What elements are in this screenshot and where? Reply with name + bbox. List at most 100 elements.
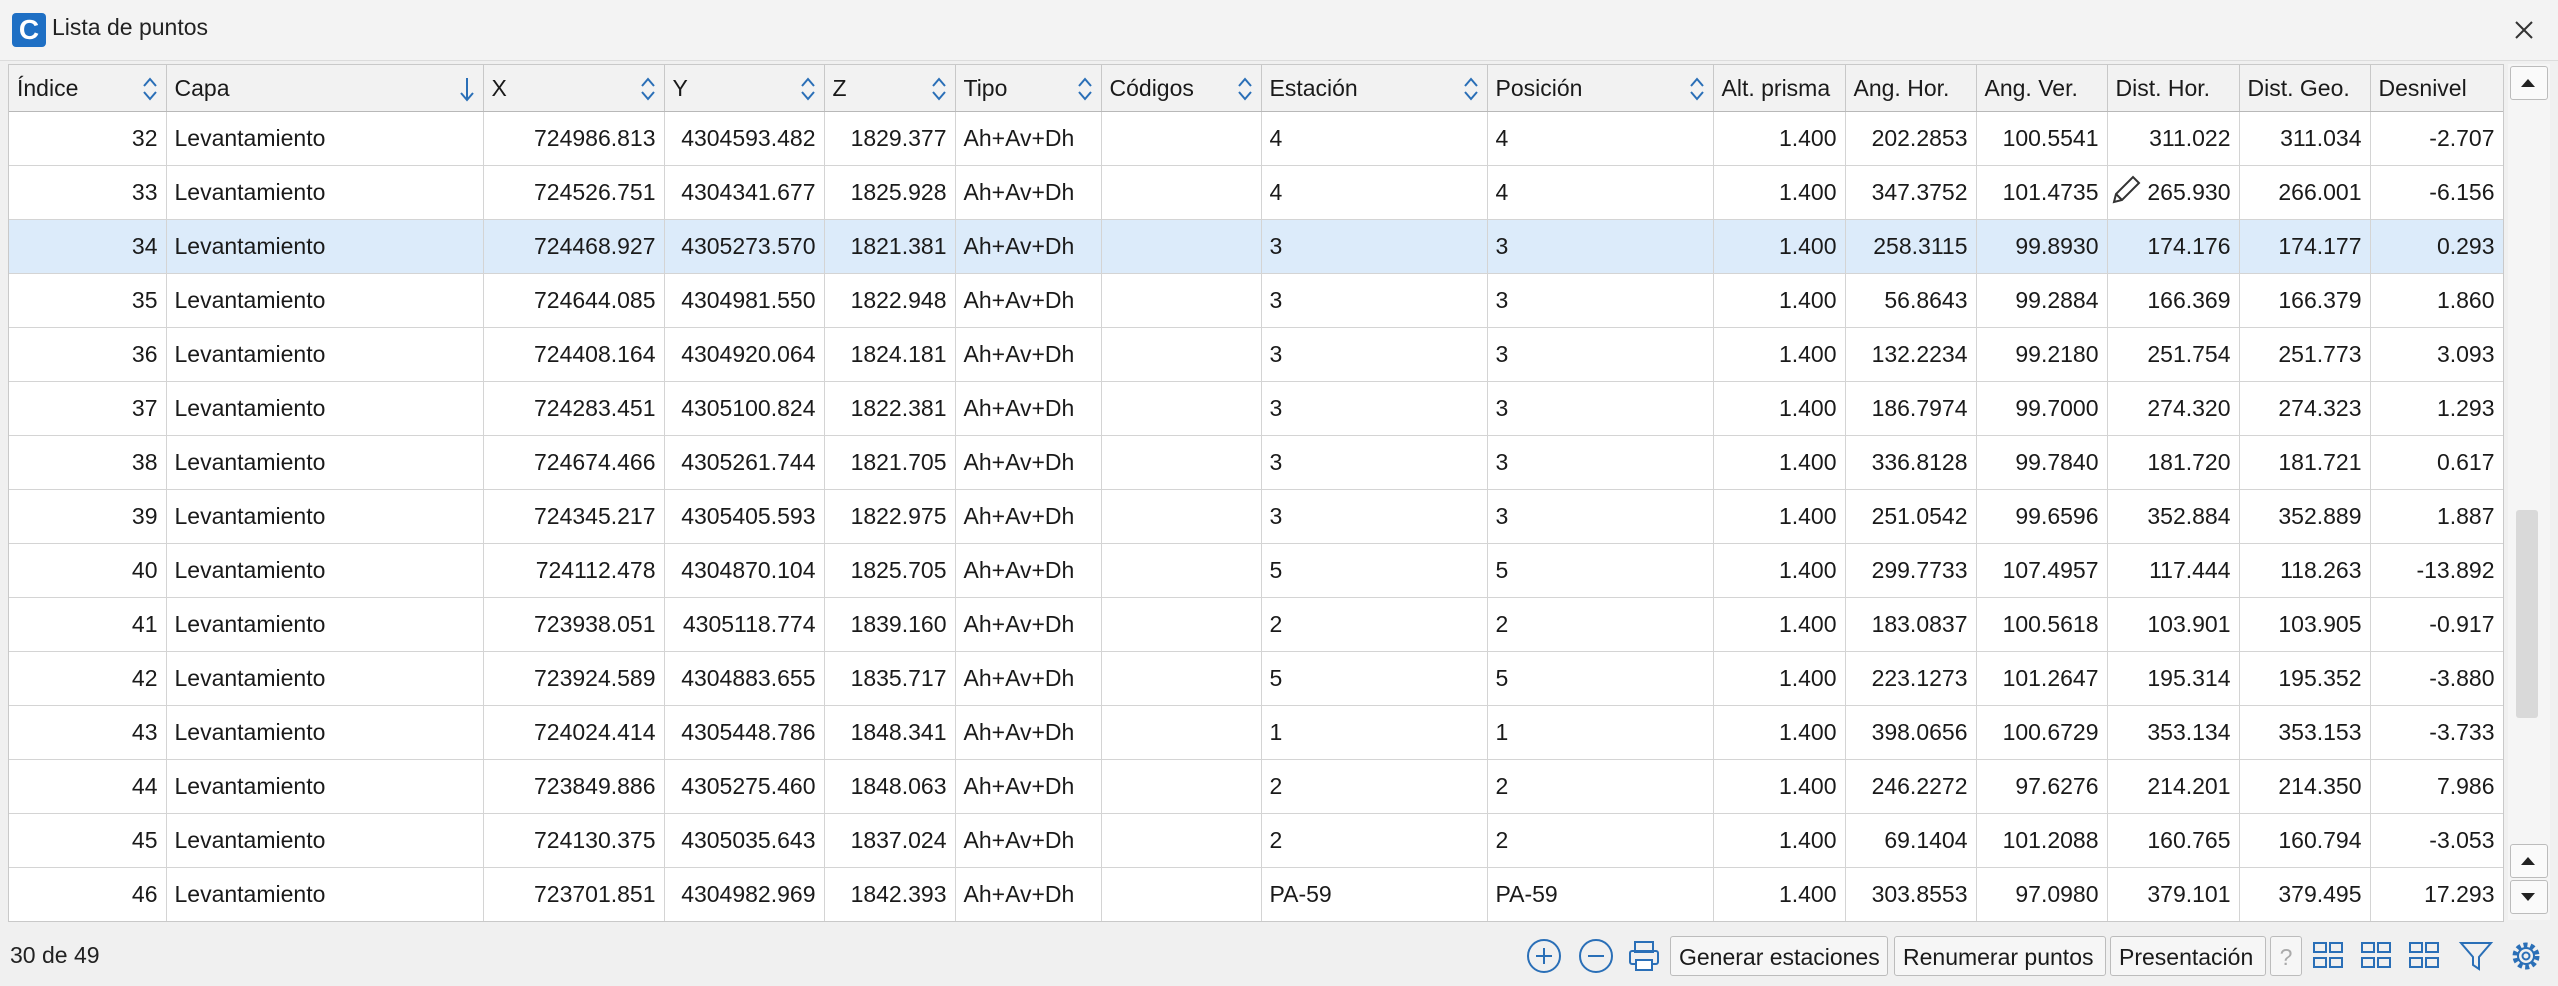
cell-dist-geo[interactable]: 311.034 [2239, 111, 2371, 166]
cell-x[interactable]: 724130.375 [483, 813, 665, 868]
cell-y[interactable]: 4305261.744 [664, 435, 825, 490]
table-row[interactable]: 44 Levantamiento 723849.886 4305275.460 1848… [9, 759, 2503, 814]
cell-desnivel[interactable]: 17.293 [2370, 867, 2503, 921]
cell-ang-hor[interactable]: 251.0542 [1845, 489, 1977, 544]
cell-dist-geo[interactable]: 266.001 [2239, 165, 2371, 220]
cell-tipo[interactable]: Ah+Av+Dh [955, 651, 1102, 706]
cell-alt-prisma[interactable]: 1.400 [1713, 435, 1846, 490]
cell-y[interactable]: 4305405.593 [664, 489, 825, 544]
cell-alt-prisma[interactable]: 1.400 [1713, 327, 1846, 382]
table-row[interactable]: 41 Levantamiento 723938.051 4305118.774 1839… [9, 597, 2503, 652]
cell-ang-ver[interactable]: 97.6276 [1976, 759, 2108, 814]
cell-ang-ver[interactable]: 101.2088 [1976, 813, 2108, 868]
cell-desnivel[interactable]: -6.156 [2370, 165, 2503, 220]
cell-codigos[interactable] [1101, 813, 1262, 868]
cell-y[interactable]: 4304981.550 [664, 273, 825, 328]
cell-y[interactable]: 4305035.643 [664, 813, 825, 868]
cell-z[interactable]: 1825.928 [824, 165, 956, 220]
cell-indice[interactable]: 42 [9, 651, 167, 706]
cell-dist-hor[interactable]: 311.022 [2107, 111, 2240, 166]
cell-capa[interactable]: Levantamiento [166, 813, 484, 868]
cell-x[interactable]: 723849.886 [483, 759, 665, 814]
cell-codigos[interactable] [1101, 435, 1262, 490]
cell-alt-prisma[interactable]: 1.400 [1713, 165, 1846, 220]
cell-ang-ver[interactable]: 99.2180 [1976, 327, 2108, 382]
cell-codigos[interactable] [1101, 273, 1262, 328]
column-header-codigos[interactable]: Códigos [1101, 65, 1262, 112]
cell-ang-hor[interactable]: 186.7974 [1845, 381, 1977, 436]
table-row[interactable]: 39 Levantamiento 724345.217 4305405.593 1822… [9, 489, 2503, 544]
cell-dist-geo[interactable]: 166.379 [2239, 273, 2371, 328]
cell-alt-prisma[interactable]: 1.400 [1713, 111, 1846, 166]
cell-dist-hor[interactable]: 103.901 [2107, 597, 2240, 652]
cell-desnivel[interactable]: 0.617 [2370, 435, 2503, 490]
cell-tipo[interactable]: Ah+Av+Dh [955, 273, 1102, 328]
view-option-3-button[interactable] [2404, 936, 2444, 976]
cell-desnivel[interactable]: 1.293 [2370, 381, 2503, 436]
cell-dist-geo[interactable]: 181.721 [2239, 435, 2371, 490]
settings-button[interactable] [2506, 936, 2546, 976]
cell-alt-prisma[interactable]: 1.400 [1713, 597, 1846, 652]
cell-z[interactable]: 1835.717 [824, 651, 956, 706]
cell-ang-ver[interactable]: 100.6729 [1976, 705, 2108, 760]
presentation-button[interactable]: Presentación [2110, 936, 2266, 976]
cell-capa[interactable]: Levantamiento [166, 435, 484, 490]
cell-estacion[interactable]: 2 [1261, 597, 1488, 652]
cell-posicion[interactable]: 2 [1487, 813, 1714, 868]
cell-x[interactable]: 724408.164 [483, 327, 665, 382]
cell-capa[interactable]: Levantamiento [166, 705, 484, 760]
table-row[interactable]: 36 Levantamiento 724408.164 4304920.064 1824… [9, 327, 2503, 382]
cell-y[interactable]: 4305118.774 [664, 597, 825, 652]
cell-estacion[interactable]: 1 [1261, 705, 1488, 760]
cell-dist-geo[interactable]: 353.153 [2239, 705, 2371, 760]
cell-ang-ver[interactable]: 97.0980 [1976, 867, 2108, 921]
cell-indice[interactable]: 33 [9, 165, 167, 220]
cell-ang-hor[interactable]: 69.1404 [1845, 813, 1977, 868]
cell-ang-hor[interactable]: 56.8643 [1845, 273, 1977, 328]
cell-tipo[interactable]: Ah+Av+Dh [955, 543, 1102, 598]
cell-dist-geo[interactable]: 352.889 [2239, 489, 2371, 544]
cell-y[interactable]: 4304982.969 [664, 867, 825, 921]
cell-ang-ver[interactable]: 107.4957 [1976, 543, 2108, 598]
cell-desnivel[interactable]: 0.293 [2370, 219, 2503, 274]
column-header-estacion[interactable]: Estación [1261, 65, 1488, 112]
cell-capa[interactable]: Levantamiento [166, 597, 484, 652]
cell-posicion[interactable]: 5 [1487, 543, 1714, 598]
column-header-y[interactable]: Y [664, 65, 825, 112]
cell-x[interactable]: 724283.451 [483, 381, 665, 436]
cell-dist-hor[interactable]: 352.884 [2107, 489, 2240, 544]
column-header-indice[interactable]: Índice [9, 65, 167, 112]
scroll-top-button[interactable] [2510, 66, 2548, 100]
cell-indice[interactable]: 41 [9, 597, 167, 652]
cell-posicion[interactable]: PA-59 [1487, 867, 1714, 921]
column-header-posicion[interactable]: Posición [1487, 65, 1714, 112]
cell-y[interactable]: 4304341.677 [664, 165, 825, 220]
cell-y[interactable]: 4305273.570 [664, 219, 825, 274]
cell-posicion[interactable]: 2 [1487, 759, 1714, 814]
cell-ang-hor[interactable]: 223.1273 [1845, 651, 1977, 706]
cell-dist-geo[interactable]: 195.352 [2239, 651, 2371, 706]
cell-estacion[interactable]: 5 [1261, 651, 1488, 706]
cell-indice[interactable]: 34 [9, 219, 167, 274]
column-header-ang-ver[interactable]: Ang. Ver. [1976, 65, 2108, 112]
column-header-dist-hor[interactable]: Dist. Hor. [2107, 65, 2240, 112]
cell-dist-hor[interactable]: 166.369 [2107, 273, 2240, 328]
cell-x[interactable]: 724644.085 [483, 273, 665, 328]
cell-posicion[interactable]: 3 [1487, 327, 1714, 382]
cell-posicion[interactable]: 4 [1487, 165, 1714, 220]
cell-z[interactable]: 1824.181 [824, 327, 956, 382]
table-row[interactable]: 42 Levantamiento 723924.589 4304883.655 1835… [9, 651, 2503, 706]
cell-ang-ver[interactable]: 100.5618 [1976, 597, 2108, 652]
cell-indice[interactable]: 45 [9, 813, 167, 868]
cell-capa[interactable]: Levantamiento [166, 543, 484, 598]
cell-ang-ver[interactable]: 100.5541 [1976, 111, 2108, 166]
close-button[interactable] [2504, 10, 2544, 50]
cell-tipo[interactable]: Ah+Av+Dh [955, 219, 1102, 274]
cell-desnivel[interactable]: -0.917 [2370, 597, 2503, 652]
table-row[interactable]: 34 Levantamiento 724468.927 4305273.570 1821… [9, 219, 2503, 274]
table-row[interactable]: 45 Levantamiento 724130.375 4305035.643 1837… [9, 813, 2503, 868]
column-header-x[interactable]: X [483, 65, 665, 112]
cell-y[interactable]: 4304870.104 [664, 543, 825, 598]
cell-indice[interactable]: 32 [9, 111, 167, 166]
cell-y[interactable]: 4304883.655 [664, 651, 825, 706]
